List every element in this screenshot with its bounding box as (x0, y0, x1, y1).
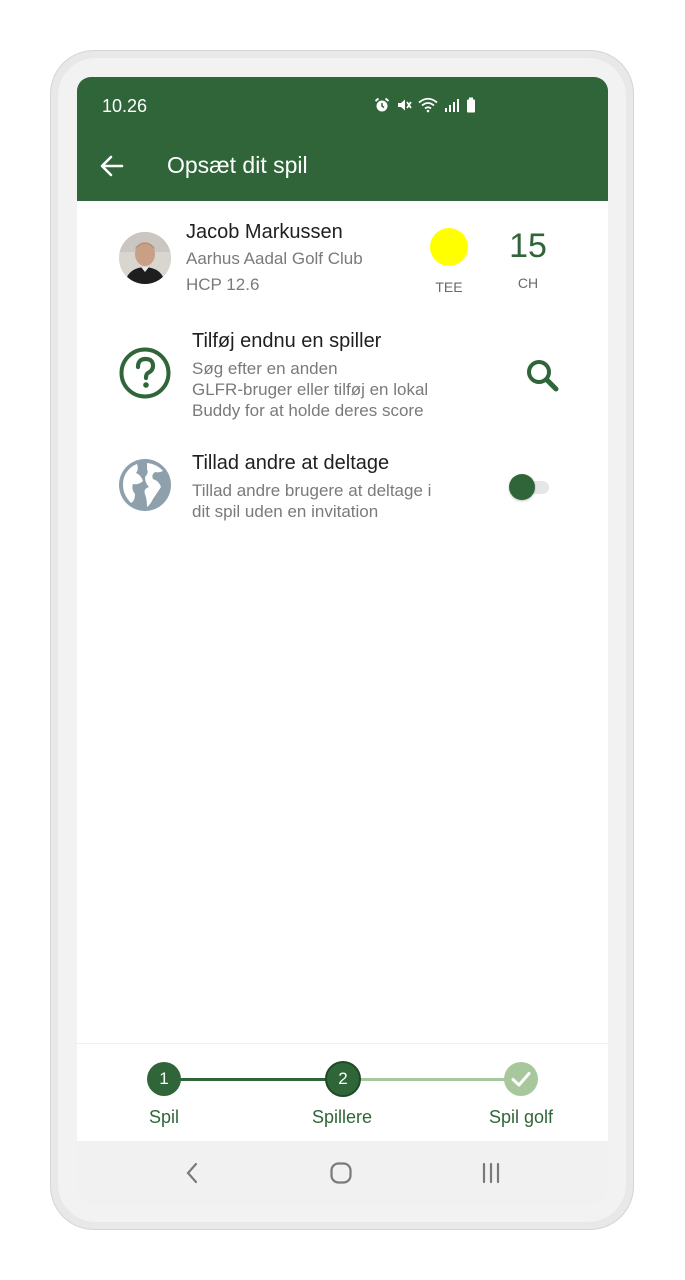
add-player-desc-line: Søg efter en anden (192, 359, 338, 378)
allow-join-toggle[interactable] (509, 474, 553, 500)
app-bar: 10.26 Opsæt dit spil (77, 77, 608, 201)
checkmark-icon (511, 1072, 531, 1087)
home-circle-icon (330, 1162, 352, 1184)
player-club: Aarhus Aadal Golf Club (186, 249, 363, 268)
progress-stepper: 1 2 Spil Spillere Spil golf (77, 1043, 608, 1142)
search-player-button[interactable] (523, 356, 563, 396)
page-title: Opsæt dit spil (167, 152, 308, 178)
allow-join-title: Tillad andre at deltage (192, 452, 390, 474)
tee-color-button[interactable] (430, 228, 468, 266)
allow-join-desc-line: Tillad andre brugere at deltage i (192, 481, 432, 500)
avatar-photo (119, 232, 171, 284)
add-player-desc-line: GLFR-bruger eller tilføj en lokal (192, 380, 429, 399)
step-1-circle[interactable]: 1 (147, 1062, 181, 1096)
globe-icon (119, 459, 171, 511)
question-circle-icon (119, 347, 171, 399)
nav-home-button[interactable] (321, 1157, 361, 1189)
alarm-icon (374, 97, 390, 112)
step-connector-done (180, 1078, 342, 1081)
chevron-left-icon (186, 1162, 198, 1184)
system-nav-bar (77, 1141, 608, 1205)
recents-icon (482, 1162, 500, 1184)
phone-screen: 10.26 Opsæt dit spil Jacob Markussen Aar… (77, 77, 608, 1205)
signal-icon (445, 99, 459, 112)
status-time: 10.26 (102, 96, 148, 116)
step-2-circle[interactable]: 2 (325, 1061, 361, 1097)
toggle-knob (509, 474, 535, 500)
player-name: Jacob Markussen (186, 221, 343, 243)
step-3-circle[interactable] (504, 1062, 538, 1096)
course-handicap-value[interactable]: 15 (497, 227, 559, 266)
arrow-left-icon (100, 155, 124, 177)
step-2-label: Spillere (311, 1107, 373, 1127)
step-1-label: Spil (148, 1107, 179, 1127)
back-button[interactable] (97, 151, 127, 181)
tee-label: TEE (435, 279, 463, 295)
course-handicap-label: CH (517, 275, 539, 291)
battery-icon (467, 97, 475, 113)
search-icon (527, 360, 559, 392)
wifi-icon (418, 97, 438, 113)
mute-icon (398, 99, 412, 111)
status-icons (374, 97, 476, 113)
step-3-label: Spil golf (488, 1107, 554, 1127)
nav-back-button[interactable] (172, 1157, 212, 1189)
add-player-description: Søg efter en anden GLFR-bruger eller til… (192, 358, 492, 421)
allow-join-description: Tillad andre brugere at deltage i dit sp… (192, 480, 462, 522)
allow-join-desc-line: dit spil uden en invitation (192, 502, 379, 521)
player-hcp: HCP 12.6 (186, 275, 260, 294)
add-player-title[interactable]: Tilføj endnu en spiller (192, 330, 381, 353)
nav-recents-button[interactable] (471, 1157, 511, 1189)
add-player-desc-line: Buddy for at holde deres score (192, 401, 424, 420)
step-connector-pending (360, 1078, 522, 1081)
avatar[interactable] (119, 232, 171, 284)
